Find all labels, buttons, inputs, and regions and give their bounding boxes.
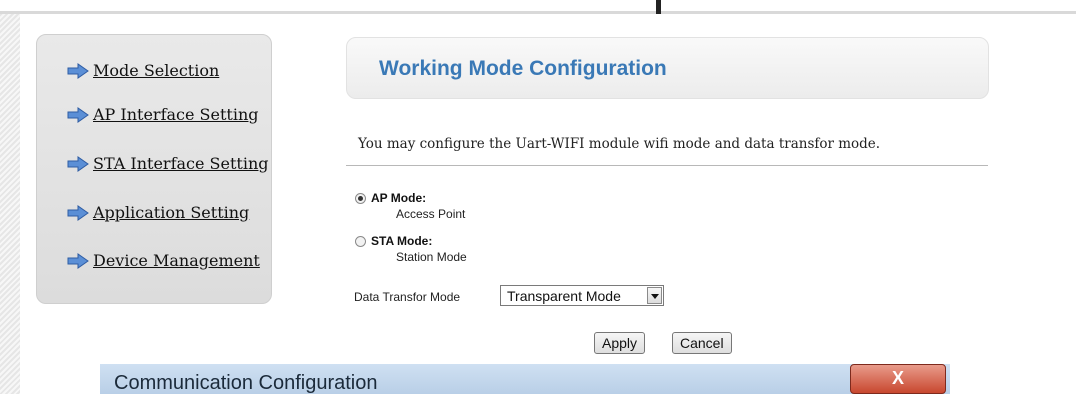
dialog-title-bar[interactable]: Communication Configuration	[100, 364, 950, 394]
ap-mode-description: Access Point	[396, 207, 466, 221]
sidebar-item-mode-selection[interactable]: Mode Selection	[67, 61, 219, 80]
dialog-title: Communication Configuration	[114, 372, 378, 394]
arrow-right-icon	[67, 155, 89, 172]
cancel-button[interactable]: Cancel	[672, 332, 732, 354]
sidebar-item-label[interactable]: STA Interface Setting	[93, 154, 269, 173]
sidebar-item-application[interactable]: Application Setting	[67, 203, 249, 222]
sidebar-item-label[interactable]: Mode Selection	[93, 61, 219, 80]
sta-mode-radio[interactable]	[355, 235, 366, 247]
data-transfor-label: Data Transfor Mode	[354, 290, 461, 304]
top-divider	[0, 11, 1076, 14]
arrow-right-icon	[67, 252, 89, 269]
sta-mode-label: STA Mode:	[371, 234, 433, 248]
sta-mode-description: Station Mode	[396, 250, 467, 264]
data-transfor-select[interactable]: Transparent Mode	[500, 285, 664, 306]
divider	[346, 165, 988, 166]
sidebar-item-sta-interface[interactable]: STA Interface Setting	[67, 154, 269, 173]
arrow-right-icon	[67, 204, 89, 221]
page-title: Working Mode Configuration	[379, 57, 667, 80]
sidebar-item-device-management[interactable]: Device Management	[67, 251, 260, 270]
page-title-box: Working Mode Configuration	[346, 37, 989, 99]
arrow-right-icon	[67, 62, 89, 79]
sidebar-item-label[interactable]: AP Interface Setting	[93, 105, 259, 124]
sidebar: Mode Selection AP Interface Setting STA …	[36, 34, 272, 304]
sta-mode-option[interactable]: STA Mode:	[355, 234, 432, 248]
sidebar-item-label[interactable]: Application Setting	[93, 203, 249, 222]
ap-mode-label: AP Mode:	[371, 191, 427, 205]
close-button[interactable]: X	[850, 364, 946, 394]
sidebar-item-label[interactable]: Device Management	[93, 251, 260, 270]
chevron-down-icon[interactable]	[647, 287, 662, 304]
left-rail	[0, 14, 20, 394]
data-transfor-value: Transparent Mode	[507, 288, 621, 304]
ap-mode-option[interactable]: AP Mode:	[355, 191, 426, 205]
page-description: You may configure the Uart-WIFI module w…	[358, 136, 881, 152]
ap-mode-radio[interactable]	[355, 192, 366, 204]
cursor-mark	[656, 0, 661, 14]
arrow-right-icon	[67, 106, 89, 123]
sidebar-item-ap-interface[interactable]: AP Interface Setting	[67, 105, 259, 124]
close-icon: X	[891, 368, 904, 388]
apply-button[interactable]: Apply	[594, 332, 646, 354]
